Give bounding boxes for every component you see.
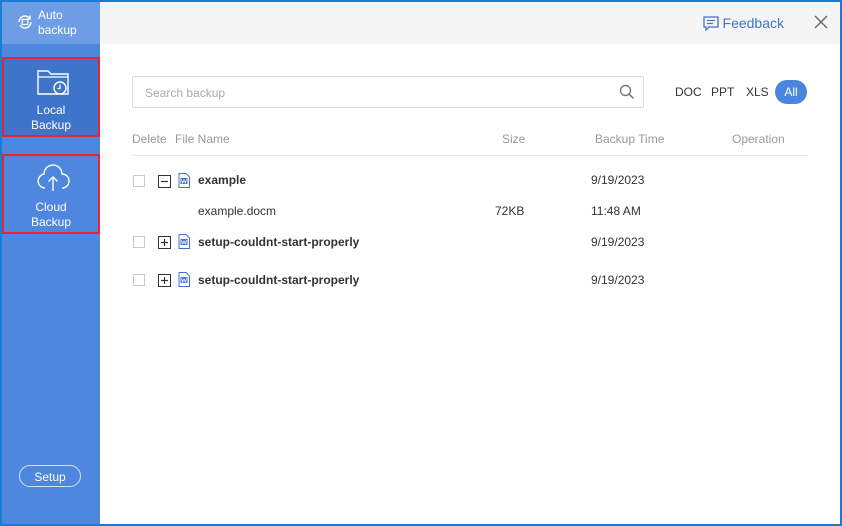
row-checkbox[interactable] [133,236,145,248]
setup-button[interactable]: Setup [19,465,81,487]
backup-time: 9/19/2023 [591,273,645,287]
feedback-icon [702,16,719,32]
auto-backup-label-2: backup [38,23,77,37]
row-checkbox[interactable] [133,274,145,286]
header-divider [132,155,808,156]
sidebar-item-local-backup[interactable]: Local Backup [2,57,100,137]
search-input[interactable] [143,83,607,103]
cloud-backup-label-2: Backup [30,215,72,229]
filter-all[interactable]: All [775,80,807,104]
column-delete: Delete [132,132,167,146]
local-backup-label-2: Backup [30,118,72,132]
auto-backup-icon [18,15,32,29]
column-file-name: File Name [175,132,230,146]
word-doc-icon [178,173,190,188]
expand-toggle[interactable] [158,274,171,287]
row-checkbox[interactable] [133,175,145,187]
feedback-link[interactable]: Feedback [702,15,784,32]
search-box [132,76,644,108]
plus-icon [161,277,168,284]
file-size: 72KB [495,204,525,218]
file-name[interactable]: example [198,173,246,187]
collapse-toggle[interactable] [158,175,171,188]
backup-time: 11:48 AM [591,204,641,218]
backup-time: 9/19/2023 [591,235,645,249]
word-doc-icon [178,272,190,287]
expand-toggle[interactable] [158,236,171,249]
file-name[interactable]: setup-couldnt-start-properly [198,235,359,249]
cloud-upload-icon [37,164,70,191]
local-backup-label-1: Local [36,103,66,117]
search-icon[interactable] [619,84,635,100]
filter-doc[interactable]: DOC [675,80,702,104]
cloud-backup-label-1: Cloud [35,200,67,214]
minus-icon [161,180,168,183]
column-size: Size [502,132,526,146]
feedback-label: Feedback [722,15,784,31]
folder-clock-icon [37,70,69,95]
app-window: Auto backup Local Backup Cloud Backup Se… [0,0,842,526]
column-operation: Operation [732,132,785,146]
word-doc-icon [178,234,190,249]
file-name[interactable]: setup-couldnt-start-properly [198,273,359,287]
filter-xls[interactable]: XLS [746,80,769,104]
backup-time: 9/19/2023 [591,173,645,187]
auto-backup-label-1: Auto [38,8,63,22]
filter-ppt[interactable]: PPT [711,80,734,104]
sidebar: Auto backup Local Backup Cloud Backup Se… [2,2,100,524]
sidebar-item-cloud-backup[interactable]: Cloud Backup [2,154,100,234]
column-backup-time: Backup Time [595,132,665,146]
header-bar: Feedback [100,2,840,44]
plus-icon [161,239,168,246]
file-name[interactable]: example.docm [198,204,276,218]
close-icon[interactable] [814,15,828,29]
auto-backup-button[interactable]: Auto backup [2,2,100,44]
